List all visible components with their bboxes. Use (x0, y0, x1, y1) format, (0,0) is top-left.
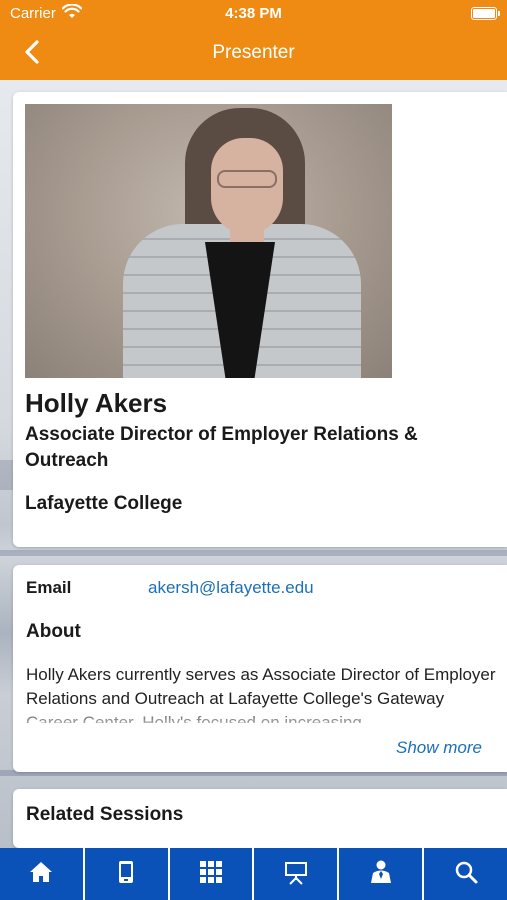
presenter-details-card: Email akersh@lafayette.edu About Holly A… (13, 565, 507, 772)
presenter-title: Associate Director of Employer Relations… (25, 424, 418, 471)
email-label: Email (26, 578, 72, 597)
presenter-profile-card: Holly Akers Associate Director of Employ… (13, 92, 507, 547)
presenter-person-icon (368, 859, 394, 890)
email-link[interactable]: akersh@lafayette.edu (148, 578, 314, 598)
text-fade (13, 705, 507, 735)
bottom-tab-bar (0, 848, 507, 900)
tab-grid[interactable] (170, 848, 255, 900)
presenter-organization: Lafayette College (25, 493, 183, 514)
tab-search[interactable] (424, 848, 507, 900)
navigation-bar: Presenter (0, 28, 507, 80)
tab-presenters[interactable] (339, 848, 425, 900)
status-bar: Carrier 4:38 PM (0, 0, 507, 28)
related-sessions-card[interactable]: Related Sessions (13, 789, 507, 848)
presentation-board-icon (283, 859, 309, 890)
clock: 4:38 PM (225, 5, 282, 22)
tab-home[interactable] (0, 848, 85, 900)
grid-icon (198, 859, 224, 890)
search-icon (453, 859, 479, 890)
tab-sessions[interactable] (254, 848, 340, 900)
home-icon (28, 859, 54, 890)
presenter-name: Holly Akers (25, 388, 168, 418)
related-sessions-heading: Related Sessions (26, 804, 184, 825)
show-more-link[interactable]: Show more (396, 738, 482, 758)
about-heading: About (26, 621, 81, 642)
battery-icon (471, 7, 500, 20)
page-title: Presenter (212, 42, 295, 63)
tab-mobile[interactable] (85, 848, 170, 900)
mobile-device-icon (113, 859, 139, 890)
presenter-photo (25, 104, 392, 378)
